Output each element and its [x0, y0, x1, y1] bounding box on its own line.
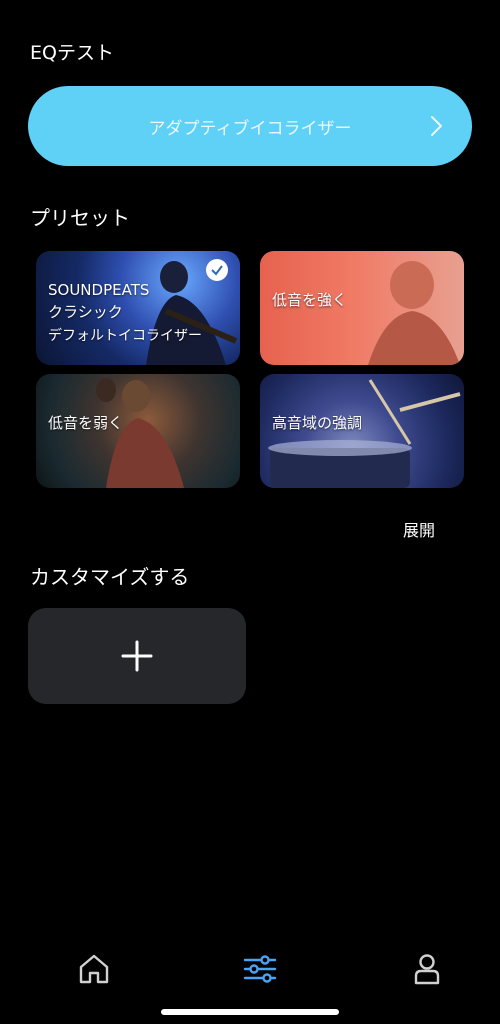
preset-treble-label: 高音域の強調 [272, 414, 363, 432]
home-icon[interactable] [77, 952, 111, 986]
preset-classic-label: SOUNDPEATS クラシック [48, 281, 150, 321]
add-custom-eq-button[interactable] [28, 608, 246, 704]
plus-icon [121, 640, 153, 672]
customize-title: カスタマイズする [30, 565, 190, 589]
preset-card-bass-reduce[interactable]: 低音を弱く [36, 374, 240, 488]
equalizer-icon[interactable] [243, 952, 277, 986]
preset-title: プリセット [30, 206, 130, 230]
adaptive-equalizer-label: アダプティブイコライザー [148, 118, 352, 139]
checkmark-icon [206, 259, 228, 281]
adaptive-equalizer-button[interactable]: アダプティブイコライザー [28, 86, 472, 166]
expand-presets-link[interactable]: 展開 [403, 517, 435, 541]
preset-card-bass-boost[interactable]: 低音を強く [260, 251, 464, 365]
preset-card-classic[interactable]: SOUNDPEATS クラシック デフォルトイコライザー [36, 251, 240, 365]
preset-card-treble[interactable]: 高音域の強調 [260, 374, 464, 488]
preset-bass-reduce-label: 低音を弱く [48, 414, 124, 432]
home-indicator [161, 1009, 339, 1015]
chevron-right-icon [431, 116, 442, 136]
eq-test-title: EQテスト [30, 42, 114, 64]
profile-icon[interactable] [410, 952, 444, 986]
listener-silhouette [368, 261, 460, 365]
preset-classic-sublabel: デフォルトイコライザー [48, 328, 202, 344]
preset-bass-boost-label: 低音を強く [272, 291, 348, 309]
